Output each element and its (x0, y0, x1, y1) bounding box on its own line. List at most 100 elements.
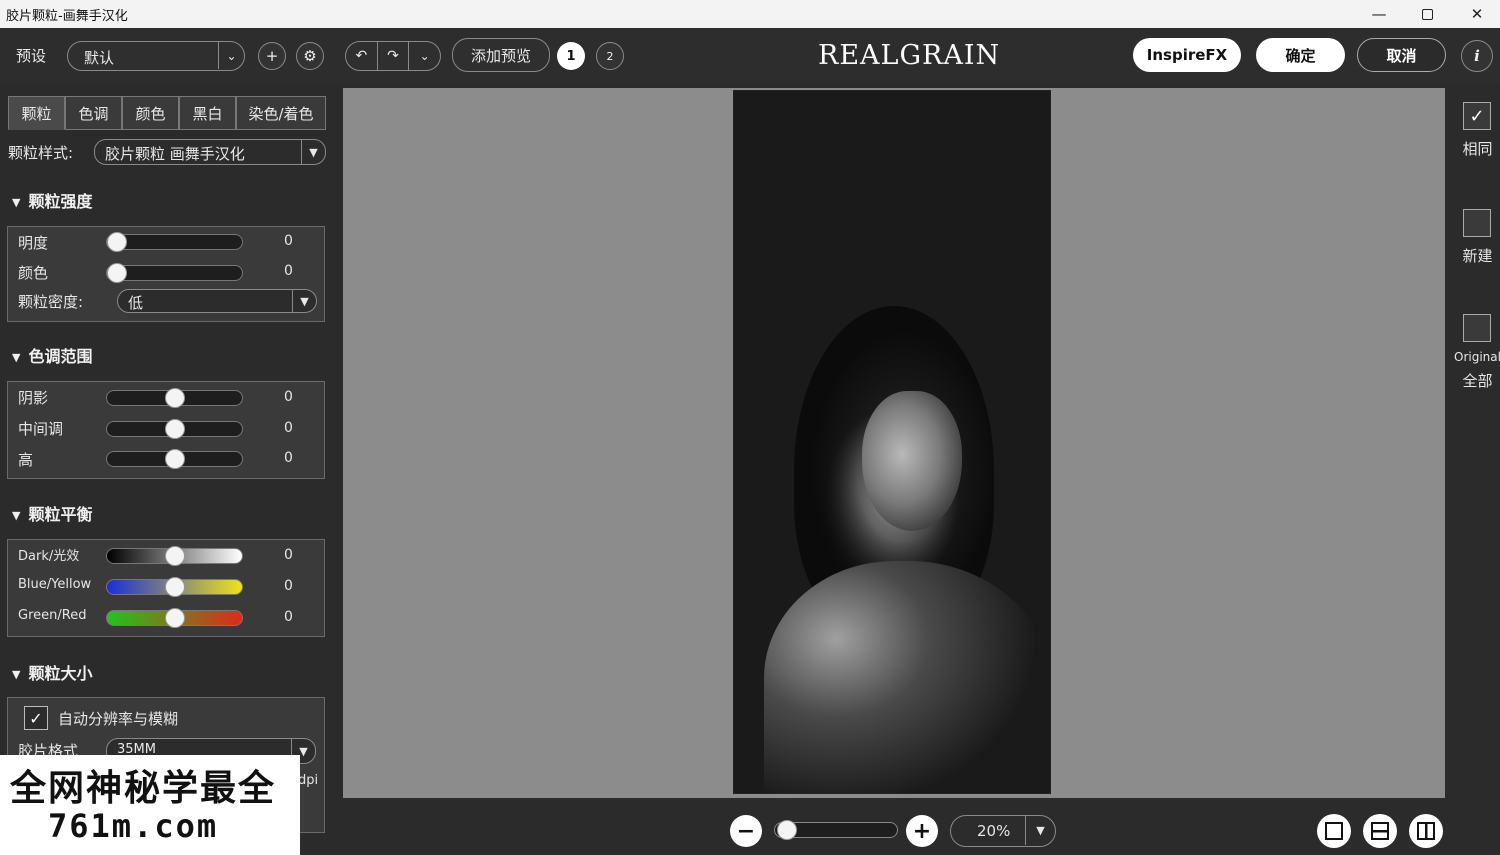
gear-icon: ⚙ (303, 47, 317, 65)
same-label: 相同 (1462, 140, 1493, 158)
tab-tone[interactable]: 色调 (65, 96, 122, 130)
collapse-triangle-icon: ▼ (12, 509, 21, 522)
slider-knob[interactable] (164, 577, 185, 597)
slider-value: 0 (284, 420, 293, 436)
undo-icon: ↶ (355, 48, 368, 64)
chevron-down-icon: ⌄ (218, 42, 244, 69)
preview-canvas[interactable] (343, 88, 1445, 798)
original-checkbox[interactable] (1463, 314, 1491, 342)
ok-button[interactable]: 确定 (1256, 38, 1345, 72)
window-title: 胶片颗粒-画舞手汉化 (6, 9, 128, 24)
shadows-slider[interactable] (106, 388, 243, 408)
grain-style-select[interactable]: 胶片颗粒 画舞手汉化 ▼ (94, 139, 326, 165)
slider-knob[interactable] (107, 263, 127, 283)
lightness-slider[interactable] (106, 232, 243, 252)
blue-yellow-slider[interactable] (106, 577, 243, 597)
density-label: 颗粒密度: (18, 293, 84, 311)
section-grain-balance[interactable]: ▼ 颗粒平衡 (12, 501, 92, 525)
slider-knob[interactable] (107, 232, 127, 252)
preview-2-button[interactable]: 2 (596, 42, 624, 70)
slider-knob[interactable] (164, 388, 185, 408)
history-dropdown-button[interactable]: ⌄ (409, 42, 440, 70)
dpi-label: dpi (298, 773, 319, 788)
slider-knob[interactable] (164, 419, 185, 439)
image-face-shape (862, 391, 962, 531)
minus-icon: − (736, 818, 756, 844)
all-label: 全部 (1462, 372, 1493, 390)
plus-icon: + (912, 818, 932, 844)
auto-resolution-checkbox[interactable]: ✓ (24, 706, 48, 730)
density-select[interactable]: 低 ▼ (117, 289, 317, 313)
section-grain-strength[interactable]: ▼ 颗粒强度 (12, 188, 92, 212)
single-view-button[interactable] (1317, 814, 1351, 848)
slider-value: 0 (284, 547, 293, 563)
caret-down-icon: ▼ (292, 290, 316, 312)
image-body-shape (764, 561, 1050, 793)
top-toolbar: 预设 默认 ⌄ + ⚙ ↶ ↷ ⌄ 添加预览 1 2 REALGRAIN Ins… (0, 28, 1500, 84)
preset-value: 默认 (84, 49, 115, 67)
slider-label: 中间调 (18, 420, 64, 438)
split-horizontal-button[interactable] (1363, 814, 1397, 848)
section-title: 颗粒大小 (28, 664, 93, 683)
minimize-icon: — (1371, 5, 1387, 23)
redo-button[interactable]: ↷ (378, 42, 410, 70)
redo-icon: ↷ (387, 48, 399, 64)
zoom-in-button[interactable]: + (906, 815, 938, 847)
slider-label: 明度 (18, 234, 49, 252)
grain-style-value: 胶片颗粒 画舞手汉化 (105, 145, 245, 163)
history-group: ↶ ↷ ⌄ (345, 41, 441, 71)
dark-light-slider[interactable] (106, 546, 243, 566)
color-slider[interactable] (106, 263, 243, 283)
same-checkbox[interactable]: ✓ (1463, 102, 1491, 130)
slider-knob[interactable] (164, 546, 185, 566)
grain-strength-group: 明度 0 颜色 0 颗粒密度: 低 ▼ (7, 226, 325, 322)
tab-color[interactable]: 颜色 (122, 96, 179, 130)
add-preset-button[interactable]: + (258, 42, 286, 70)
zoom-select[interactable]: 20% ▼ (950, 815, 1056, 847)
preview-1-button[interactable]: 1 (557, 42, 585, 70)
tab-grain[interactable]: 颗粒 (8, 96, 65, 130)
slider-knob[interactable] (164, 608, 185, 628)
maximize-button[interactable] (1404, 0, 1450, 28)
section-tone-range[interactable]: ▼ 色调范围 (12, 343, 92, 367)
section-title: 颗粒强度 (28, 192, 93, 211)
add-preview-button[interactable]: 添加预览 (452, 38, 550, 72)
single-view-icon (1325, 822, 1343, 840)
new-checkbox[interactable] (1463, 209, 1491, 237)
slider-value: 0 (284, 450, 293, 466)
slider-value: 0 (284, 233, 293, 249)
zoom-slider-knob[interactable] (777, 820, 797, 840)
section-grain-size[interactable]: ▼ 颗粒大小 (12, 660, 92, 684)
cancel-button[interactable]: 取消 (1357, 38, 1446, 72)
new-label: 新建 (1462, 247, 1493, 265)
close-button[interactable]: ✕ (1454, 0, 1500, 28)
split-vertical-button[interactable] (1409, 814, 1443, 848)
preset-settings-button[interactable]: ⚙ (296, 42, 324, 70)
collapse-triangle-icon: ▼ (12, 351, 21, 364)
caret-down-icon: ▼ (1025, 816, 1055, 845)
slider-value: 0 (284, 609, 293, 625)
slider-label: Green/Red (18, 608, 87, 623)
original-label: Original (1454, 350, 1500, 364)
slider-label: 颜色 (18, 264, 49, 282)
slider-knob[interactable] (164, 449, 185, 469)
tab-bw[interactable]: 黑白 (179, 96, 236, 130)
zoom-slider[interactable] (774, 820, 898, 840)
undo-button[interactable]: ↶ (346, 42, 378, 70)
settings-panel: 颗粒 色调 颜色 黑白 染色/着色 颗粒样式: 胶片颗粒 画舞手汉化 ▼ ▼ 颗粒… (0, 84, 332, 855)
info-button[interactable]: i (1461, 40, 1493, 72)
watermark-line1: 全网神秘学最全 (10, 768, 277, 809)
highlights-slider[interactable] (106, 449, 243, 469)
green-red-slider[interactable] (106, 608, 243, 628)
inspirefx-button[interactable]: InspireFX (1133, 38, 1241, 72)
zoom-value: 20% (977, 822, 1011, 840)
midtones-slider[interactable] (106, 419, 243, 439)
preset-select[interactable]: 默认 ⌄ (67, 41, 245, 71)
preset-label: 预设 (16, 47, 47, 65)
tab-tint[interactable]: 染色/着色 (236, 96, 326, 130)
panel-tabs: 颗粒 色调 颜色 黑白 染色/着色 (8, 96, 326, 130)
slider-label: 高 (18, 451, 34, 469)
auto-resolution-label: 自动分辨率与模糊 (58, 710, 179, 728)
zoom-out-button[interactable]: − (730, 815, 762, 847)
minimize-button[interactable]: — (1356, 0, 1402, 28)
